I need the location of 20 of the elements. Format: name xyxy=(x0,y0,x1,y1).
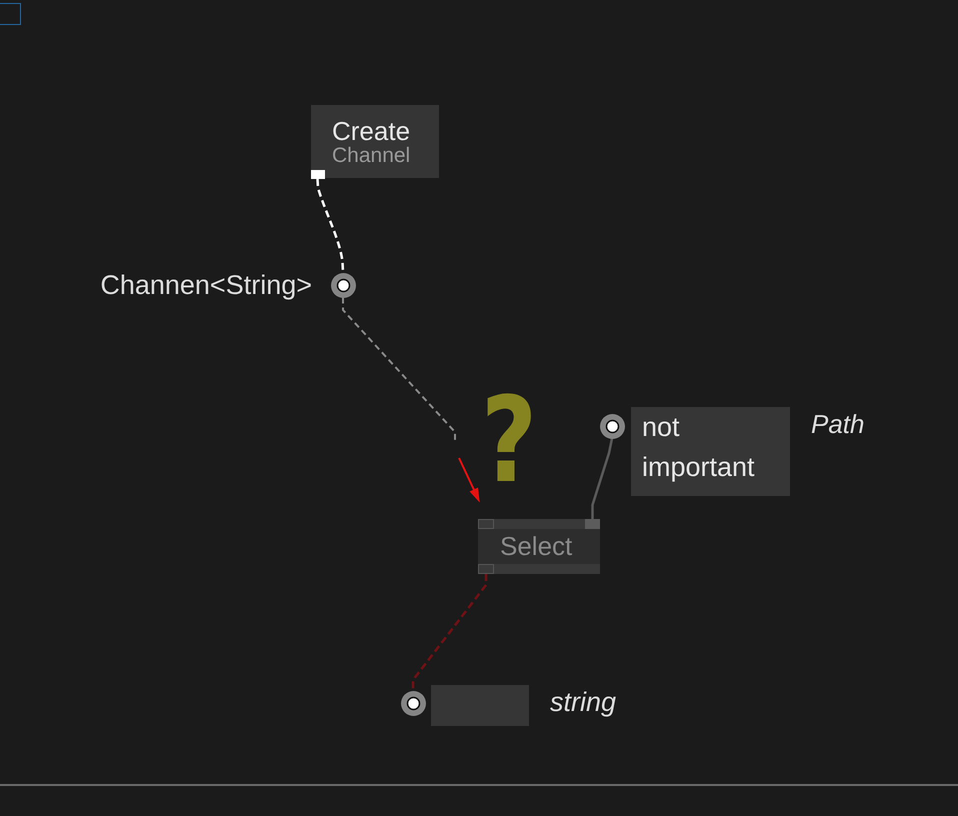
pin-label: Channen<String> xyxy=(100,269,312,302)
square-pin-icon[interactable] xyxy=(311,170,325,179)
question-mark: ? xyxy=(481,390,538,490)
circle-pin-icon[interactable] xyxy=(600,414,625,439)
value-field[interactable] xyxy=(431,685,529,726)
value-field[interactable]: not important xyxy=(631,407,790,496)
pin-slot-icon[interactable] xyxy=(478,519,494,529)
circle-pin-icon[interactable] xyxy=(401,691,426,716)
node-box[interactable]: Create Channel xyxy=(311,105,439,178)
pin-slot-icon[interactable] xyxy=(585,519,600,529)
pin-slot-icon[interactable] xyxy=(478,564,494,574)
outlined-frame xyxy=(0,3,21,25)
type-label: Path xyxy=(811,408,864,440)
node-title: Select xyxy=(500,530,572,563)
circle-pin-icon[interactable] xyxy=(331,273,356,298)
node-subtitle: Channel xyxy=(332,145,412,167)
pointer-arrow xyxy=(458,458,480,502)
type-label: string xyxy=(550,686,616,718)
node-title: Create xyxy=(332,117,412,145)
node-box[interactable]: Select xyxy=(478,519,600,574)
